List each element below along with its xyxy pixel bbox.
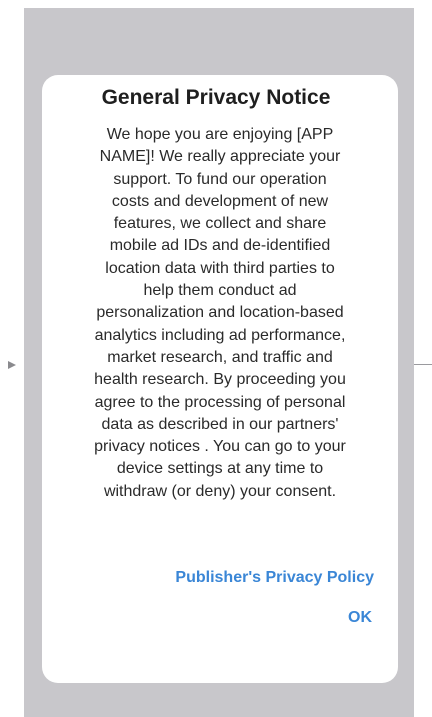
dialog-body-text: We hope you are enjoying [APP NAME]! We … (94, 126, 346, 500)
publisher-privacy-policy-link[interactable]: Publisher's Privacy Policy (100, 567, 396, 589)
left-edge-marker (8, 361, 16, 369)
right-edge-line (414, 364, 432, 365)
ok-button[interactable]: OK (330, 607, 390, 629)
dialog-title: General Privacy Notice (101, 86, 331, 109)
